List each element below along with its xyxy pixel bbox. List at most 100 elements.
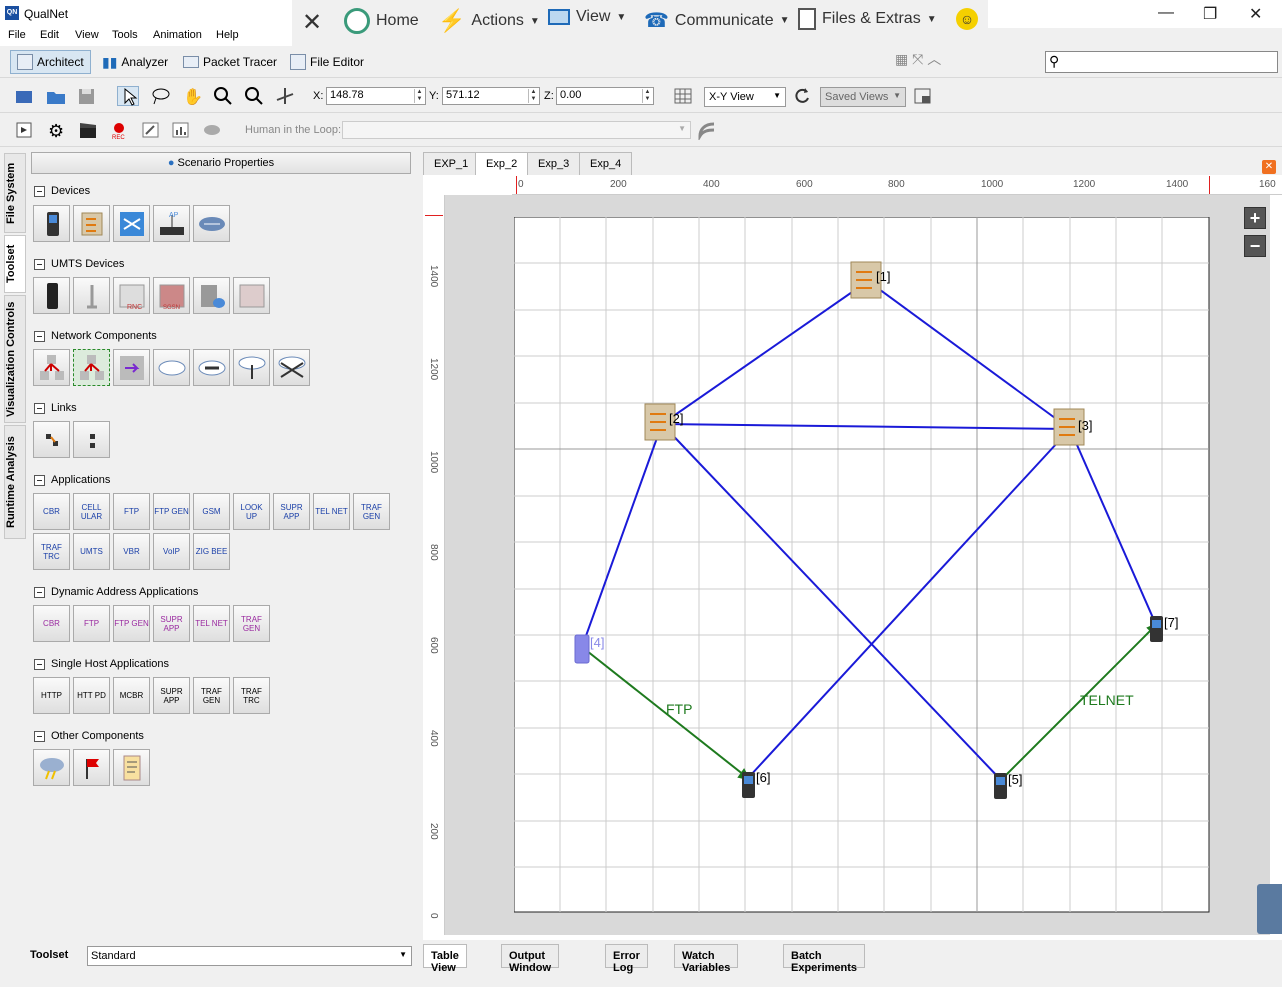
menu-animation[interactable]: Animation xyxy=(153,29,202,41)
section-umts[interactable]: UMTS Devices xyxy=(34,258,124,270)
dyn-ftp-tile[interactable]: FTP xyxy=(73,605,110,642)
toolset-select[interactable]: Standard ▼ xyxy=(87,946,412,966)
y-coordinate-field[interactable]: 571.12 ▲ ▼ xyxy=(442,87,540,105)
camera-icon[interactable] xyxy=(201,120,223,140)
collapse-icon[interactable] xyxy=(34,402,45,414)
scenario-properties-button[interactable]: ● Scenario Properties xyxy=(31,152,411,174)
app-lookup-tile[interactable]: LOOK UP xyxy=(233,493,270,530)
collapse-icon[interactable] xyxy=(34,474,45,486)
collapse-icon[interactable] xyxy=(34,258,45,270)
app-cellular-tile[interactable]: CELL ULAR xyxy=(73,493,110,530)
zoom-area-icon[interactable] xyxy=(243,86,265,106)
menu-edit[interactable]: Edit xyxy=(40,29,59,41)
section-single-host-apps[interactable]: Single Host Applications xyxy=(34,658,169,670)
device-router-tile[interactable] xyxy=(73,205,110,242)
tab-visualization-controls[interactable]: Visualization Controls xyxy=(4,295,26,423)
saved-views-select[interactable]: Saved Views ▼ xyxy=(820,87,906,107)
section-applications[interactable]: Applications xyxy=(34,474,110,486)
select-arrow-icon[interactable] xyxy=(117,86,139,106)
tab-table-view[interactable]: Table View xyxy=(423,944,467,974)
device-phone-tile[interactable] xyxy=(33,205,70,242)
lasso-icon[interactable] xyxy=(150,86,172,106)
app-vbr-tile[interactable]: VBR xyxy=(113,533,150,570)
app-supr-app-tile[interactable]: SUPR APP xyxy=(273,493,310,530)
dyn-traf-gen-tile[interactable]: TRAF GEN xyxy=(233,605,270,642)
view-select[interactable]: X-Y View ▼ xyxy=(704,87,786,107)
network-atm-tile[interactable] xyxy=(273,349,310,386)
weather-icon[interactable] xyxy=(33,749,70,786)
section-network-components[interactable]: Network Components xyxy=(34,330,157,342)
dyn-telnet-tile[interactable]: TEL NET xyxy=(193,605,230,642)
hitl-send-icon[interactable] xyxy=(696,120,718,142)
tab-exp-4[interactable]: Exp_4 xyxy=(579,152,633,176)
menu-view[interactable]: View xyxy=(75,29,99,41)
tab-watch-variables[interactable]: Watch Variables xyxy=(674,944,739,974)
close-tab-icon[interactable]: ✕ xyxy=(1262,160,1276,174)
open-folder-icon[interactable] xyxy=(45,86,67,106)
app-cbr-tile[interactable]: CBR xyxy=(33,493,70,530)
tab-batch-experiments[interactable]: Batch Experiments xyxy=(783,944,866,974)
home-button[interactable]: Home xyxy=(344,8,419,34)
zoom-icon[interactable] xyxy=(212,86,234,106)
actions-menu[interactable]: ⚡ Actions ▼ xyxy=(438,8,540,34)
spinner-icon[interactable]: ▲ ▼ xyxy=(414,89,424,103)
x-coordinate-field[interactable]: 148.78 ▲ ▼ xyxy=(326,87,426,105)
tab-architect[interactable]: Architect xyxy=(10,50,91,74)
app-voip-tile[interactable]: VoIP xyxy=(153,533,190,570)
section-devices[interactable]: Devices xyxy=(34,185,90,197)
rotate-3d-icon[interactable] xyxy=(274,86,296,106)
feedback-button[interactable]: ☺ xyxy=(956,8,978,30)
tab-file-system[interactable]: File System xyxy=(4,153,26,233)
menu-help[interactable]: Help xyxy=(216,29,239,41)
umts-ggsn-tile[interactable] xyxy=(233,277,270,314)
hand-pan-icon[interactable]: ✋ xyxy=(181,86,203,106)
window-close-button[interactable]: ✕ xyxy=(1249,4,1262,24)
network-canvas[interactable]: FTP TELNET [1] [2] [3] [4] [5] [6] [7] xyxy=(514,217,1210,913)
hitl-input[interactable]: ▼ xyxy=(342,121,691,139)
link-wireless-tile[interactable] xyxy=(73,421,110,458)
network-wireless-tile[interactable] xyxy=(233,349,270,386)
app-traf-trc-tile[interactable]: TRAF TRC xyxy=(33,533,70,570)
menu-tools[interactable]: Tools xyxy=(112,29,138,41)
save-icon[interactable] xyxy=(76,86,98,106)
device-switch-tile[interactable] xyxy=(113,205,150,242)
menu-file[interactable]: File xyxy=(8,29,26,41)
close-session-button[interactable]: ✕ xyxy=(302,8,322,37)
network-interface-tile[interactable] xyxy=(113,349,150,386)
run-settings-icon[interactable] xyxy=(14,120,36,140)
record-icon[interactable]: REC xyxy=(108,120,130,141)
app-telnet-tile[interactable]: TEL NET xyxy=(313,493,350,530)
refresh-icon[interactable] xyxy=(792,86,814,106)
app-ftp-gen-tile[interactable]: FTP GEN xyxy=(153,493,190,530)
edit-pencil-icon[interactable] xyxy=(140,120,162,140)
collapse-icon[interactable] xyxy=(34,658,45,670)
app-ftp-tile[interactable]: FTP xyxy=(113,493,150,530)
single-supr-app-tile[interactable]: SUPR APP xyxy=(153,677,190,714)
minimize-button[interactable]: — xyxy=(1158,4,1174,22)
layout-controls[interactable]: ▦ ⤧ ︿ xyxy=(895,49,955,69)
app-traf-gen-tile[interactable]: TRAF GEN xyxy=(353,493,390,530)
umts-phone-tile[interactable] xyxy=(33,277,70,314)
search-input[interactable]: ⚲ xyxy=(1045,51,1278,73)
link-wired-tile[interactable] xyxy=(33,421,70,458)
remote-handle-icon[interactable] xyxy=(1257,884,1282,934)
section-links[interactable]: Links xyxy=(34,402,77,414)
z-coordinate-field[interactable]: 0.00 ▲ ▼ xyxy=(556,87,654,105)
single-http-tile[interactable]: HTTP xyxy=(33,677,70,714)
tab-analyzer[interactable]: ▮▮ Analyzer xyxy=(96,50,174,74)
zoom-in-button[interactable]: + xyxy=(1244,207,1266,229)
tab-packet-tracer[interactable]: Packet Tracer xyxy=(177,50,283,74)
network-cloud-tile[interactable] xyxy=(153,349,190,386)
app-gsm-tile[interactable]: GSM xyxy=(193,493,230,530)
dyn-cbr-tile[interactable]: CBR xyxy=(33,605,70,642)
umts-rnc-tile[interactable]: RNC xyxy=(113,277,150,314)
single-httpd-tile[interactable]: HTT PD xyxy=(73,677,110,714)
tab-runtime-analysis[interactable]: Runtime Analysis xyxy=(4,425,26,539)
umts-nodeb-tile[interactable] xyxy=(73,277,110,314)
flag-icon[interactable] xyxy=(73,749,110,786)
device-hub-tile[interactable] xyxy=(193,205,230,242)
zoom-out-button[interactable]: − xyxy=(1244,235,1266,257)
stats-icon[interactable] xyxy=(170,120,192,140)
app-umts-tile[interactable]: UMTS xyxy=(73,533,110,570)
single-traf-gen-tile[interactable]: TRAF GEN xyxy=(193,677,230,714)
